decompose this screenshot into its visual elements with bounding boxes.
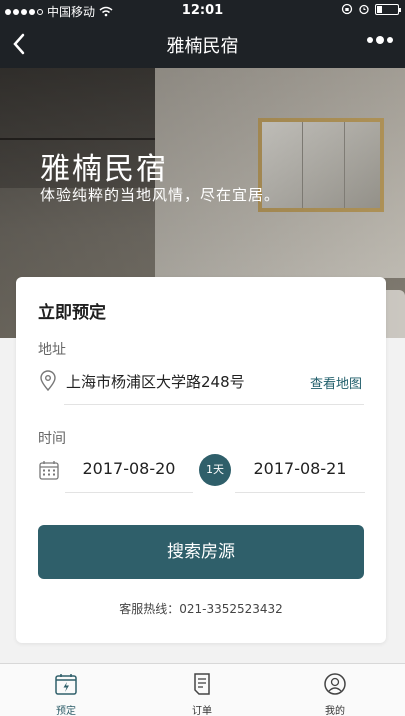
hero-subtitle: 体验纯粹的当地风情，尽在宜居。 xyxy=(40,186,281,204)
tab-booking-label: 预定 xyxy=(56,706,76,716)
hero-title: 雅楠民宿 xyxy=(40,152,168,187)
service-hotline: 客服热线：021-3352523432 xyxy=(119,602,283,616)
address-field[interactable]: 上海市杨浦区大学路248号 查看地图 xyxy=(64,367,364,405)
location-pin-icon xyxy=(40,370,56,392)
address-label: 地址 xyxy=(38,342,66,358)
tab-bar: 预定 订单 我的 xyxy=(0,663,405,716)
calendar-icon xyxy=(39,461,59,480)
nav-bar: 雅楠民宿 xyxy=(0,20,405,68)
nights-badge: 1天 xyxy=(199,454,231,486)
person-icon xyxy=(324,673,346,695)
view-map-link[interactable]: 查看地图 xyxy=(310,373,362,392)
rotation-lock-icon xyxy=(341,3,353,15)
address-value: 上海市杨浦区大学路248号 xyxy=(66,373,245,391)
more-icon[interactable] xyxy=(367,36,393,44)
tab-mine[interactable]: 我的 xyxy=(295,664,375,716)
search-rooms-button[interactable]: 搜索房源 xyxy=(38,525,364,579)
status-right xyxy=(341,3,401,15)
tab-orders[interactable]: 订单 xyxy=(162,664,242,716)
time-label: 时间 xyxy=(38,431,66,447)
tab-booking[interactable]: 预定 xyxy=(26,664,106,716)
alarm-icon xyxy=(359,4,369,15)
booking-title: 立即预定 xyxy=(38,303,106,323)
battery-icon xyxy=(375,3,401,15)
tab-orders-label: 订单 xyxy=(192,706,212,716)
tab-mine-label: 我的 xyxy=(325,706,345,716)
check-out-date-field[interactable]: 2017-08-21 xyxy=(235,449,365,493)
booking-card: 立即预定 地址 上海市杨浦区大学路248号 查看地图 时间 2017-08-20… xyxy=(16,277,386,643)
check-in-date-field[interactable]: 2017-08-20 xyxy=(65,449,193,493)
calendar-bolt-icon xyxy=(55,674,77,695)
status-bar: 中国移动 12:01 xyxy=(0,0,405,20)
page-title: 雅楠民宿 xyxy=(166,36,239,57)
document-icon xyxy=(194,673,210,695)
